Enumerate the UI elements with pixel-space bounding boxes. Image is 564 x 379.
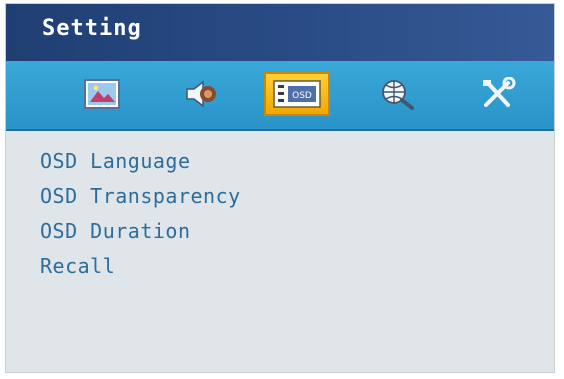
globe-magnifier-icon xyxy=(382,80,414,110)
tab-picture[interactable] xyxy=(72,72,132,116)
tools-icon xyxy=(483,77,516,107)
tab-audio[interactable] xyxy=(171,72,231,116)
osd-setting-icon: OSD xyxy=(273,80,321,108)
menu-item-osd-language[interactable]: OSD Language xyxy=(40,144,241,179)
menu-item-osd-transparency[interactable]: OSD Transparency xyxy=(40,179,241,214)
speaker-icon xyxy=(186,80,216,108)
menu-item-osd-duration[interactable]: OSD Duration xyxy=(40,214,241,249)
menu-title: Setting xyxy=(42,16,142,41)
settings-menu-list: OSD Language OSD Transparency OSD Durati… xyxy=(40,144,241,284)
picture-icon xyxy=(84,79,120,109)
category-tab-bar: OSD xyxy=(6,61,554,131)
tab-tools[interactable] xyxy=(468,72,528,116)
tab-input[interactable] xyxy=(368,72,428,116)
tab-osd[interactable]: OSD xyxy=(264,72,330,116)
menu-item-recall[interactable]: Recall xyxy=(40,249,241,284)
title-bar: Setting xyxy=(6,4,554,61)
osd-icon-text: OSD xyxy=(292,91,312,101)
osd-menu-window: Setting OSD OSD Language OSD Transparenc… xyxy=(6,4,554,372)
